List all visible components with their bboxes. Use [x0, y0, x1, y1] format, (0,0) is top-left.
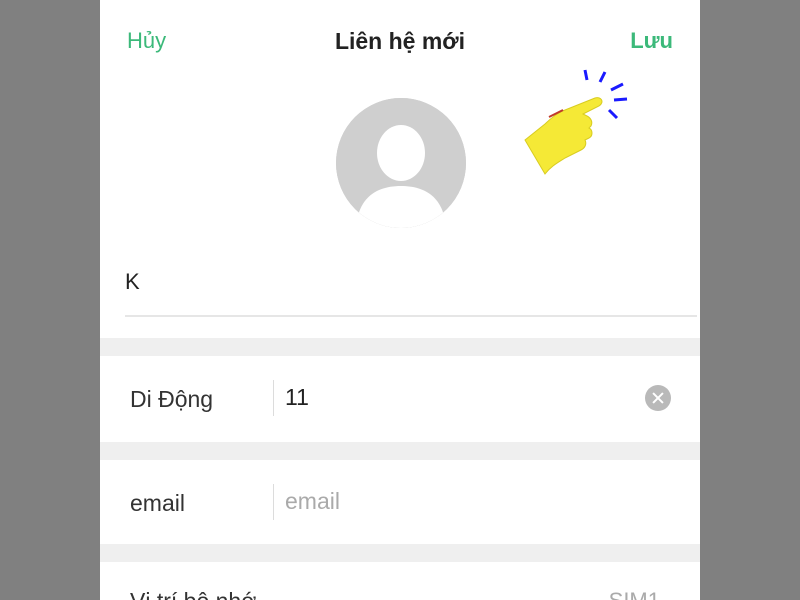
storage-value: SIM1: [609, 588, 660, 600]
section-gap: [100, 338, 700, 356]
email-field[interactable]: [285, 488, 625, 515]
storage-label: Vị trí bộ nhớ: [130, 588, 256, 600]
page-title: Liên hệ mới: [334, 28, 466, 54]
email-row: email: [100, 460, 700, 544]
contact-photo[interactable]: [336, 98, 466, 228]
tap-hand-icon: [515, 62, 635, 182]
phone-number-field[interactable]: [285, 384, 625, 411]
storage-row[interactable]: Vị trí bộ nhớ SIM1: [100, 562, 700, 600]
phone-row: Di Động: [100, 356, 700, 442]
section-gap: [100, 442, 700, 460]
new-contact-screen: Hủy Liên hệ mới Lưu Di Động email: [100, 0, 700, 600]
name-field[interactable]: [125, 262, 695, 302]
name-underline: [125, 315, 697, 317]
save-button[interactable]: Lưu: [630, 28, 673, 54]
person-placeholder-icon: [336, 98, 466, 228]
clear-circle-icon[interactable]: [645, 385, 671, 411]
phone-type-label[interactable]: Di Động: [130, 386, 213, 413]
divider: [273, 484, 274, 520]
section-gap: [100, 544, 700, 562]
divider: [273, 380, 274, 416]
email-type-label[interactable]: email: [130, 490, 185, 517]
